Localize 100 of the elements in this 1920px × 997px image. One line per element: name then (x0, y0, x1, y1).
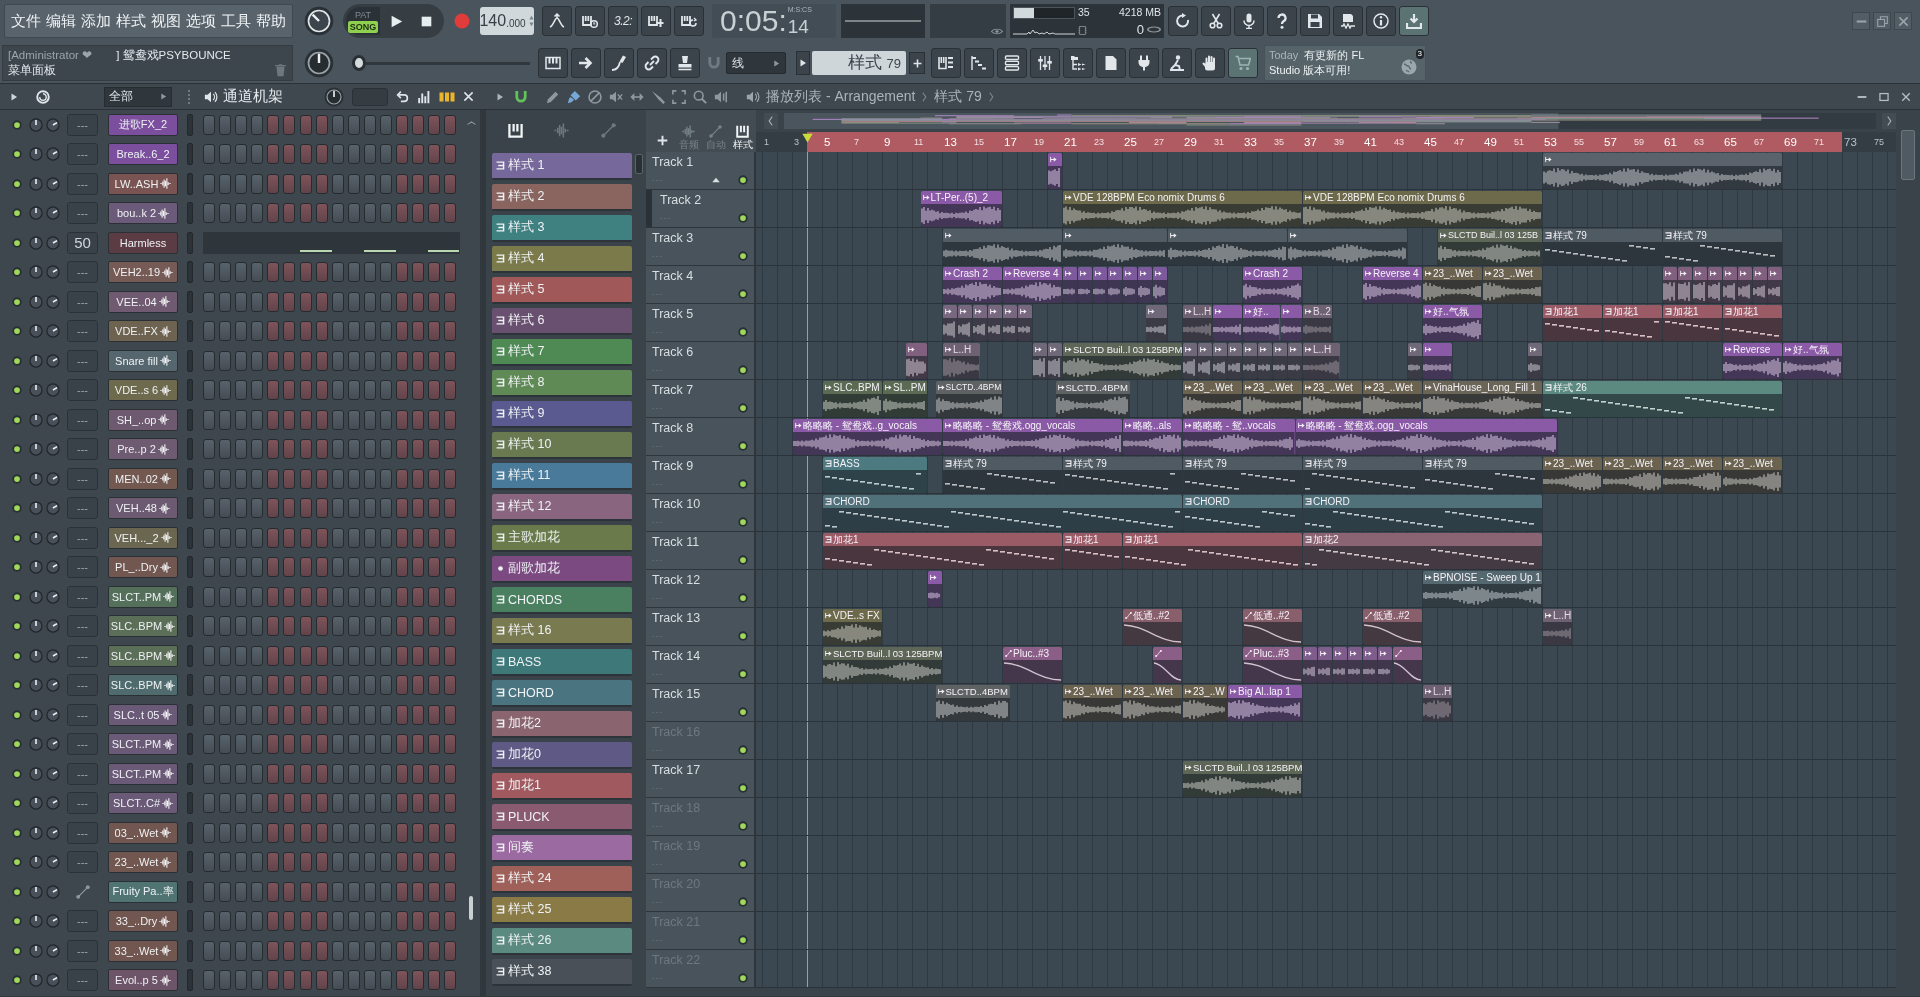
pattern-item[interactable]: 主歌加花 (492, 525, 632, 552)
mode-option[interactable]: PAT (352, 9, 374, 21)
audio-clip[interactable] (1183, 343, 1197, 379)
automation-clip[interactable] (1393, 647, 1422, 683)
automation-clip[interactable]: 低通..#2 (1363, 609, 1422, 645)
mixer-track-field[interactable]: --- (67, 644, 98, 667)
pattern-clip[interactable]: 样式 26 (1543, 381, 1782, 417)
track-header[interactable]: Track 2 (646, 190, 756, 228)
audio-clip[interactable]: 略略略 - 鸳鸯戏.ogg_vocals (1295, 419, 1557, 455)
audio-clip[interactable] (1363, 647, 1377, 683)
audio-clip[interactable]: 23_..Wet (1303, 381, 1362, 417)
magnet-icon[interactable] (707, 56, 721, 70)
led-icon[interactable] (12, 178, 22, 189)
help-button[interactable] (1267, 6, 1297, 36)
volume-knob[interactable] (46, 294, 60, 309)
toolbar-button[interactable] (1228, 48, 1258, 78)
led-icon[interactable] (12, 414, 22, 425)
triangle-icon[interactable] (496, 92, 504, 101)
audio-clip[interactable]: VDE 128BPM Eco nomix Drums 6 (1303, 191, 1542, 227)
knife-icon[interactable] (651, 89, 665, 104)
channel-button[interactable]: VDE..FX (108, 320, 178, 343)
channel-button[interactable]: SLCT..PM (108, 733, 178, 756)
led-icon[interactable] (12, 237, 22, 248)
pattern-item[interactable]: 样式 4 (492, 246, 632, 273)
led-icon[interactable] (12, 532, 22, 543)
audio-clip[interactable]: B..2 (1303, 305, 1332, 341)
audio-clip[interactable] (1693, 267, 1707, 303)
led-icon[interactable] (738, 213, 748, 223)
pattern-item[interactable]: 副歌加花 (492, 556, 632, 583)
menu-item[interactable]: 编辑 (46, 11, 76, 31)
audio-clip[interactable] (1168, 229, 1287, 265)
pattern-clip[interactable]: 加花1 (1663, 305, 1722, 341)
audio-clip[interactable]: Crash 2 (1243, 267, 1302, 303)
audio-clip[interactable]: SLCTD Buil..l 03 125B (1438, 229, 1542, 265)
scroll-up-icon[interactable] (466, 120, 476, 126)
toolbar-button[interactable] (538, 48, 568, 78)
audio-clip[interactable]: VDE..s FX (823, 609, 882, 645)
info-button[interactable] (1366, 6, 1396, 36)
automation-clip[interactable]: 低通..#2 (1123, 609, 1182, 645)
delete-icon[interactable] (588, 89, 602, 104)
audio-clip[interactable] (1048, 343, 1062, 379)
audio-clip[interactable] (1663, 267, 1677, 303)
selection-indicator[interactable] (187, 261, 193, 284)
pattern-item[interactable]: 样式 8 (492, 370, 632, 397)
audio-clip[interactable] (1280, 305, 1302, 341)
mixer-track-field[interactable]: --- (67, 556, 98, 579)
led-icon[interactable] (738, 631, 748, 641)
volume-knob[interactable] (46, 353, 60, 368)
audio-clip[interactable]: SL..PM (883, 381, 927, 417)
audio-clip[interactable]: 好..气氛 (1423, 305, 1482, 341)
track-header[interactable]: Track 11 (646, 532, 756, 570)
mode-switch[interactable]: PAT SONG (346, 7, 380, 35)
pattern-item[interactable]: 样式 10 (492, 432, 632, 459)
audio-clip[interactable] (1378, 647, 1392, 683)
menu-item[interactable]: 添加 (81, 11, 111, 31)
audio-clip[interactable]: BPNOISE - Sweep Up 1 (1423, 571, 1542, 607)
toolbar-button[interactable] (964, 48, 994, 78)
channel-button[interactable]: SLC..BPM (108, 615, 178, 638)
close-button[interactable] (1900, 90, 1912, 103)
audio-clip[interactable]: 23_..Wet (1723, 457, 1782, 493)
audio-clip[interactable]: L..H (943, 343, 980, 379)
audio-clip[interactable] (1528, 343, 1542, 379)
mixer-track-field[interactable]: --- (67, 408, 98, 431)
audio-clip[interactable] (1093, 267, 1107, 303)
pattern-clip[interactable]: 样式 79 (1183, 457, 1302, 493)
automation-clip[interactable]: Pluc..#3 (1003, 647, 1062, 683)
audio-clip[interactable]: 好.. (1243, 305, 1280, 341)
led-icon[interactable] (12, 355, 22, 366)
scrollbar-thumb[interactable] (635, 154, 643, 174)
pattern-item[interactable]: 样式 5 (492, 277, 632, 304)
pattern-clip[interactable]: 样式 79 (1063, 457, 1182, 493)
pan-knob[interactable] (29, 737, 43, 752)
audio-clip[interactable] (988, 305, 1002, 341)
pitch-knob[interactable] (304, 48, 334, 78)
pan-knob[interactable] (29, 442, 43, 457)
audio-clip[interactable] (1273, 343, 1287, 379)
toolbar-button[interactable] (641, 6, 671, 36)
track-header[interactable]: Track 13 (646, 608, 756, 646)
audio-clip[interactable] (1048, 153, 1062, 189)
audio-clip[interactable]: 23_..Wet (1243, 381, 1302, 417)
pattern-item[interactable]: 样式 1 (492, 153, 632, 180)
channel-button[interactable]: Snare fill (108, 349, 178, 372)
pattern-item[interactable]: 样式 25 (492, 897, 632, 924)
menu-item[interactable]: 帮助 (256, 11, 286, 31)
led-icon[interactable] (12, 473, 22, 484)
mixer-track-field[interactable]: --- (67, 910, 98, 933)
input-field[interactable] (352, 87, 388, 106)
led-icon[interactable] (12, 621, 22, 632)
audio-clip[interactable]: SLCTD..4BPM (935, 685, 1010, 721)
audio-clip[interactable] (1198, 343, 1212, 379)
volume-knob[interactable] (46, 619, 60, 634)
toolbar-button[interactable] (604, 48, 634, 78)
speaker-bars-icon[interactable] (714, 89, 728, 104)
toolbar-button[interactable] (542, 6, 572, 36)
pattern-item[interactable]: BASS (492, 649, 632, 676)
pan-knob[interactable] (29, 973, 43, 988)
led-icon[interactable] (738, 251, 748, 261)
pattern-item[interactable]: 间奏 (492, 835, 632, 862)
led-icon[interactable] (738, 365, 748, 375)
piano-roll-preview[interactable] (203, 231, 460, 254)
